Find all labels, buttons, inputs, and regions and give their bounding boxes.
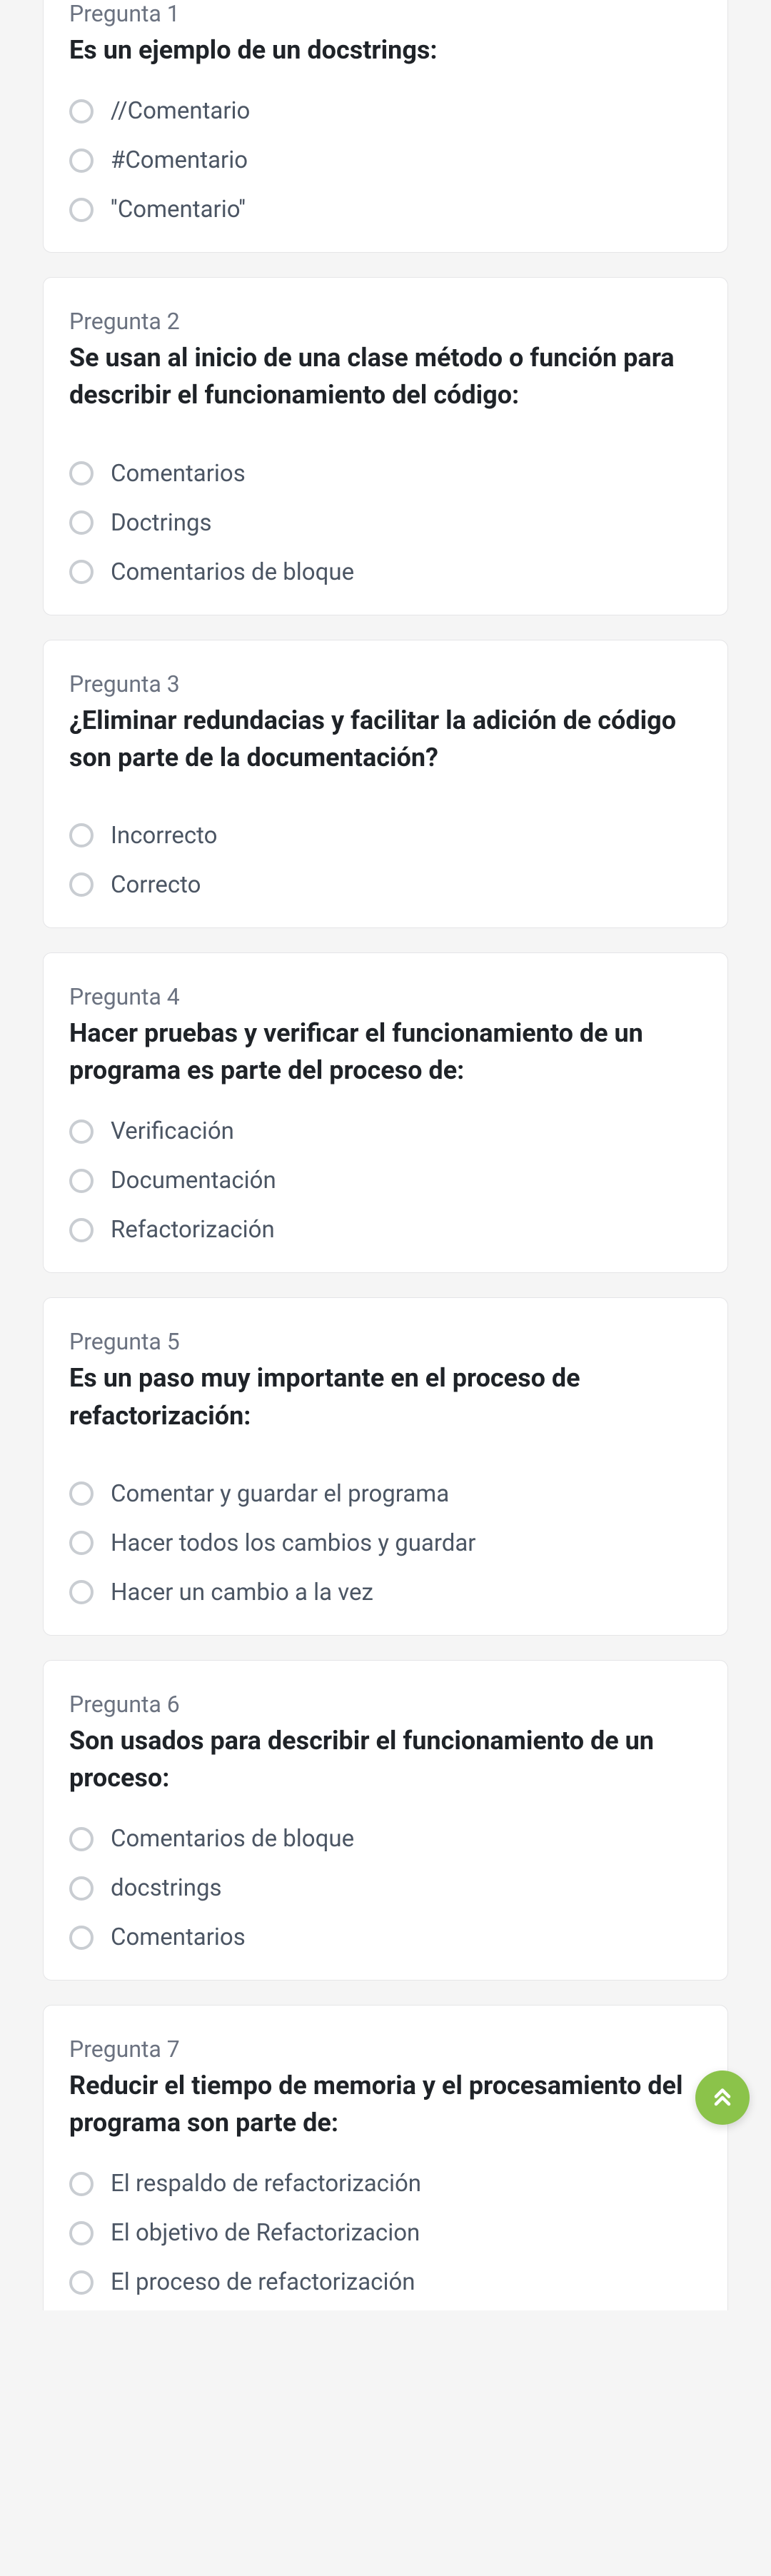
option-item[interactable]: Verificación bbox=[69, 1117, 702, 1145]
option-label: Verificación bbox=[111, 1117, 234, 1145]
option-label: Hacer todos los cambios y guardar bbox=[111, 1529, 475, 1557]
option-item[interactable]: Incorrecto bbox=[69, 822, 702, 850]
question-number: Pregunta 4 bbox=[69, 983, 702, 1010]
option-label: //Comentario bbox=[111, 97, 250, 125]
option-item[interactable]: docstrings bbox=[69, 1874, 702, 1902]
option-item[interactable]: El respaldo de refactorización bbox=[69, 2170, 702, 2198]
radio-icon[interactable] bbox=[69, 823, 94, 847]
quiz-page: Pregunta 1 Es un ejemplo de un docstring… bbox=[0, 0, 771, 2353]
radio-icon[interactable] bbox=[69, 2172, 94, 2196]
question-text: Es un ejemplo de un docstrings: bbox=[69, 31, 702, 69]
radio-icon[interactable] bbox=[69, 2270, 94, 2295]
option-list: El respaldo de refactorización El objeti… bbox=[69, 2170, 702, 2296]
option-item[interactable]: Comentarios bbox=[69, 1923, 702, 1951]
radio-icon[interactable] bbox=[69, 198, 94, 222]
radio-icon[interactable] bbox=[69, 1218, 94, 1242]
radio-icon[interactable] bbox=[69, 1531, 94, 1555]
radio-icon[interactable] bbox=[69, 99, 94, 124]
question-text: Es un paso muy importante en el proceso … bbox=[69, 1359, 702, 1434]
option-list: Incorrecto Correcto bbox=[69, 822, 702, 899]
radio-icon[interactable] bbox=[69, 1580, 94, 1604]
question-number: Pregunta 6 bbox=[69, 1691, 702, 1718]
option-item[interactable]: El objetivo de Refactorizacion bbox=[69, 2219, 702, 2247]
question-card: Pregunta 3 ¿Eliminar redundacias y facil… bbox=[43, 640, 728, 928]
question-card: Pregunta 5 Es un paso muy importante en … bbox=[43, 1297, 728, 1635]
option-item[interactable]: Hacer un cambio a la vez bbox=[69, 1579, 702, 1606]
option-item[interactable]: Refactorización bbox=[69, 1216, 702, 1244]
question-card: Pregunta 7 Reducir el tiempo de memoria … bbox=[43, 2005, 728, 2310]
option-label: El objetivo de Refactorizacion bbox=[111, 2219, 420, 2247]
radio-icon[interactable] bbox=[69, 1827, 94, 1851]
chevron-double-up-icon bbox=[710, 2085, 735, 2110]
option-label: Hacer un cambio a la vez bbox=[111, 1579, 373, 1606]
radio-icon[interactable] bbox=[69, 872, 94, 897]
option-label: #Comentario bbox=[111, 146, 248, 174]
option-label: Comentarios bbox=[111, 1923, 246, 1951]
option-item[interactable]: Documentación bbox=[69, 1167, 702, 1194]
option-label: Correcto bbox=[111, 871, 201, 899]
radio-icon[interactable] bbox=[69, 1876, 94, 1901]
question-text: Reducir el tiempo de memoria y el proces… bbox=[69, 2067, 702, 2141]
question-card: Pregunta 2 Se usan al inicio de una clas… bbox=[43, 277, 728, 615]
radio-icon[interactable] bbox=[69, 1120, 94, 1144]
option-label: Incorrecto bbox=[111, 822, 217, 850]
option-list: Comentarios Doctrings Comentarios de blo… bbox=[69, 460, 702, 586]
question-number: Pregunta 5 bbox=[69, 1328, 702, 1355]
option-item[interactable]: El proceso de refactorización bbox=[69, 2268, 702, 2296]
option-item[interactable]: Comentar y guardar el programa bbox=[69, 1480, 702, 1508]
question-card: Pregunta 1 Es un ejemplo de un docstring… bbox=[43, 0, 728, 253]
option-label: Comentar y guardar el programa bbox=[111, 1480, 449, 1508]
question-number: Pregunta 2 bbox=[69, 308, 702, 335]
question-text: Hacer pruebas y verificar el funcionamie… bbox=[69, 1015, 702, 1089]
option-item[interactable]: ''Comentario'' bbox=[69, 196, 702, 223]
question-number: Pregunta 1 bbox=[69, 0, 702, 27]
option-item[interactable]: Correcto bbox=[69, 871, 702, 899]
option-list: Comentarios de bloque docstrings Comenta… bbox=[69, 1825, 702, 1951]
option-label: Documentación bbox=[111, 1167, 276, 1194]
option-item[interactable]: Hacer todos los cambios y guardar bbox=[69, 1529, 702, 1557]
radio-icon[interactable] bbox=[69, 1169, 94, 1193]
option-label: Doctrings bbox=[111, 509, 212, 537]
option-label: Comentarios de bloque bbox=[111, 558, 354, 586]
radio-icon[interactable] bbox=[69, 1926, 94, 1950]
option-label: El proceso de refactorización bbox=[111, 2268, 415, 2296]
question-number: Pregunta 7 bbox=[69, 2036, 702, 2063]
radio-icon[interactable] bbox=[69, 461, 94, 485]
option-label: Refactorización bbox=[111, 1216, 275, 1244]
scroll-top-button[interactable] bbox=[695, 2071, 750, 2125]
radio-icon[interactable] bbox=[69, 560, 94, 584]
option-item[interactable]: Comentarios de bloque bbox=[69, 558, 702, 586]
option-item[interactable]: Comentarios de bloque bbox=[69, 1825, 702, 1853]
radio-icon[interactable] bbox=[69, 2221, 94, 2245]
radio-icon[interactable] bbox=[69, 1481, 94, 1506]
question-number: Pregunta 3 bbox=[69, 670, 702, 698]
option-list: Verificación Documentación Refactorizaci… bbox=[69, 1117, 702, 1244]
option-item[interactable]: //Comentario bbox=[69, 97, 702, 125]
radio-icon[interactable] bbox=[69, 510, 94, 535]
option-item[interactable]: #Comentario bbox=[69, 146, 702, 174]
option-list: //Comentario #Comentario ''Comentario'' bbox=[69, 97, 702, 223]
option-label: El respaldo de refactorización bbox=[111, 2170, 421, 2198]
option-label: Comentarios bbox=[111, 460, 246, 488]
radio-icon[interactable] bbox=[69, 149, 94, 173]
option-label: docstrings bbox=[111, 1874, 222, 1902]
option-label: Comentarios de bloque bbox=[111, 1825, 354, 1853]
question-text: Son usados para describir el funcionamie… bbox=[69, 1722, 702, 1796]
option-item[interactable]: Comentarios bbox=[69, 460, 702, 488]
option-list: Comentar y guardar el programa Hacer tod… bbox=[69, 1480, 702, 1606]
question-card: Pregunta 6 Son usados para describir el … bbox=[43, 1660, 728, 1981]
option-label: ''Comentario'' bbox=[111, 196, 246, 223]
option-item[interactable]: Doctrings bbox=[69, 509, 702, 537]
question-text: Se usan al inicio de una clase método o … bbox=[69, 339, 702, 413]
question-text: ¿Eliminar redundacias y facilitar la adi… bbox=[69, 702, 702, 776]
question-card: Pregunta 4 Hacer pruebas y verificar el … bbox=[43, 952, 728, 1273]
